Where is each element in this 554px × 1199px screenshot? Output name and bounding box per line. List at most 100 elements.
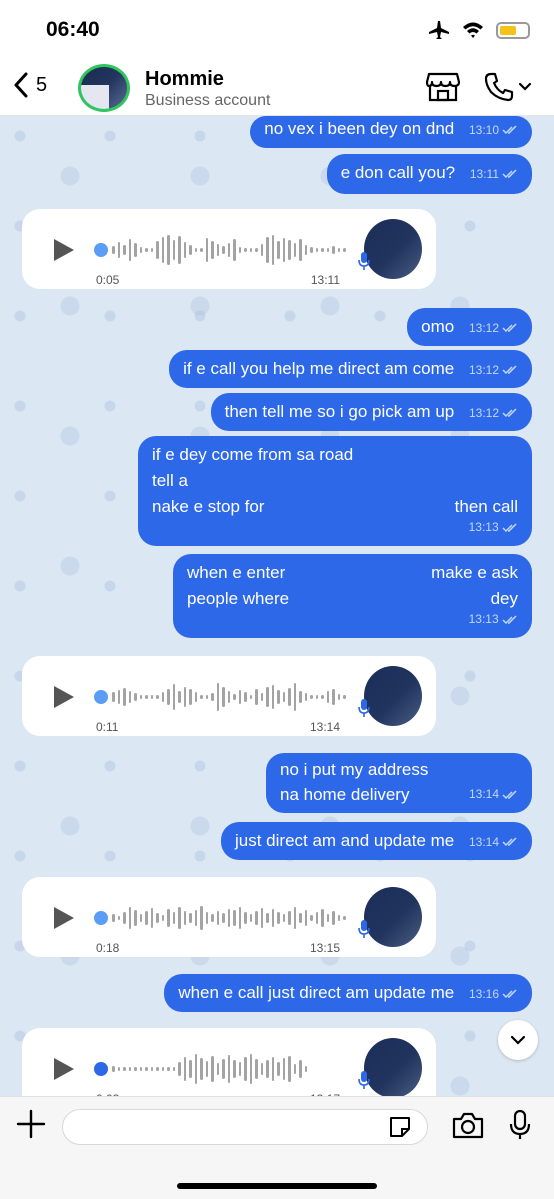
double-check-icon [502,989,518,999]
message-time: 13:13 [468,612,499,626]
message-bubble-outgoing[interactable]: e don call you? 13:11 [326,154,532,194]
home-indicator [177,1183,377,1189]
message-input[interactable] [62,1109,428,1145]
avatar[interactable] [78,64,132,114]
message-time: 13:17 [310,1086,340,1096]
message-time: 13:12 [468,321,499,335]
message-meta: 13:14 [469,829,518,855]
double-check-icon [502,523,518,533]
playback-position[interactable] [94,1062,108,1076]
phone-call-button[interactable] [484,72,532,102]
message-line: tell a [152,471,188,490]
message-text: no vex i been dey on dnd [264,119,455,138]
plus-icon[interactable] [16,1109,46,1139]
message-time: 13:14 [468,787,499,801]
sticker-icon[interactable] [388,1115,412,1139]
play-icon[interactable] [52,1056,76,1082]
play-icon[interactable] [52,237,76,263]
double-check-icon [502,125,518,135]
message-meta: 13:14 [469,782,518,807]
chat-area[interactable]: no vex i been dey on dnd 13:10 e don cal… [0,116,554,1096]
message-line: dey [490,589,518,608]
mic-icon [358,1070,370,1090]
chat-header: 5 Hommie Business account [0,60,554,116]
audio-waveform[interactable] [112,899,346,937]
message-text: when e call just direct am update me [178,983,455,1002]
airplane-icon [428,20,450,40]
playback-position[interactable] [94,243,108,257]
message-bubble-outgoing[interactable]: when e enter make e ask people where dey… [173,554,532,638]
message-bubble-outgoing[interactable]: then tell me so i go pick am up 13:12 [210,393,532,431]
voice-duration: 0:03 [96,1086,119,1096]
mic-icon [358,698,370,718]
message-text: omo [421,317,455,336]
message-bubble-outgoing[interactable]: no i put my address na home delivery 13:… [266,753,532,813]
message-meta: 13:13 [187,612,518,626]
message-bubble-outgoing[interactable]: no vex i been dey on dnd 13:10 [250,116,532,148]
status-bar: 06:40 [0,0,554,60]
message-text: if e call you help me direct am come [183,359,455,378]
double-check-icon [502,169,518,179]
message-line: then call [454,497,518,516]
message-text: e don call you? [340,163,456,182]
scroll-to-bottom-button[interactable] [498,1020,538,1060]
message-time: 13:11 [310,273,340,287]
voice-message-incoming[interactable]: 0:11 13:14 [22,656,436,736]
double-check-icon [502,365,518,375]
message-line: nake e stop for [152,497,265,516]
double-check-icon [502,408,518,418]
mic-icon[interactable] [508,1109,532,1141]
message-bubble-outgoing[interactable]: if e dey come from sa road tell a nake e… [138,436,532,546]
message-time: 13:12 [468,363,499,377]
back-chevron-icon [14,72,28,98]
audio-waveform[interactable] [112,1050,307,1088]
play-icon[interactable] [52,905,76,931]
message-time: 13:14 [468,835,499,849]
battery-icon [496,21,530,39]
voice-duration: 0:11 [96,720,119,734]
message-bubble-outgoing[interactable]: when e call just direct am update me 13:… [164,974,532,1012]
camera-icon[interactable] [452,1111,484,1139]
message-line: na home delivery [280,785,410,804]
contact-name[interactable]: Hommie [145,68,224,91]
message-bubble-outgoing[interactable]: omo 13:12 [407,308,532,346]
message-time: 13:12 [468,406,499,420]
message-time: 13:11 [469,167,499,181]
audio-waveform[interactable] [112,678,346,716]
status-time: 06:40 [46,18,100,41]
voice-message-incoming[interactable]: 0:05 13:11 [22,209,436,289]
status-icons [428,20,530,40]
message-meta: 13:12 [469,400,518,426]
store-icon[interactable] [426,72,460,102]
unread-count: 5 [36,73,48,96]
voice-duration: 0:05 [96,273,120,287]
message-line: when e enter [187,563,286,582]
mic-icon [358,251,370,271]
wifi-icon [462,21,484,39]
phone-icon [484,72,514,102]
message-time: 13:16 [468,987,499,1001]
audio-waveform[interactable] [112,231,346,269]
message-text: then tell me so i go pick am up [224,402,455,421]
composer-bar [0,1096,554,1199]
message-meta: 13:13 [152,520,518,534]
sender-avatar [364,1038,422,1096]
back-button[interactable]: 5 [14,72,47,98]
message-bubble-outgoing[interactable]: just direct am and update me 13:14 [221,822,532,860]
message-text: just direct am and update me [235,831,455,850]
message-bubble-outgoing[interactable]: if e call you help me direct am come 13:… [169,350,532,388]
message-meta: 13:10 [469,117,518,143]
message-line: people where [187,589,290,608]
contact-subtitle: Business account [145,92,271,109]
voice-message-incoming[interactable]: 0:03 13:17 [22,1028,436,1096]
chevron-down-icon [510,1035,526,1045]
play-icon[interactable] [52,684,76,710]
voice-duration: 0:18 [96,941,120,955]
message-line: no i put my address [280,760,429,779]
playback-position[interactable] [94,690,108,704]
voice-message-incoming[interactable]: 0:18 13:15 [22,877,436,957]
playback-position[interactable] [94,911,108,925]
message-meta: 13:12 [469,315,518,341]
message-meta: 13:11 [470,161,518,187]
double-check-icon [502,837,518,847]
